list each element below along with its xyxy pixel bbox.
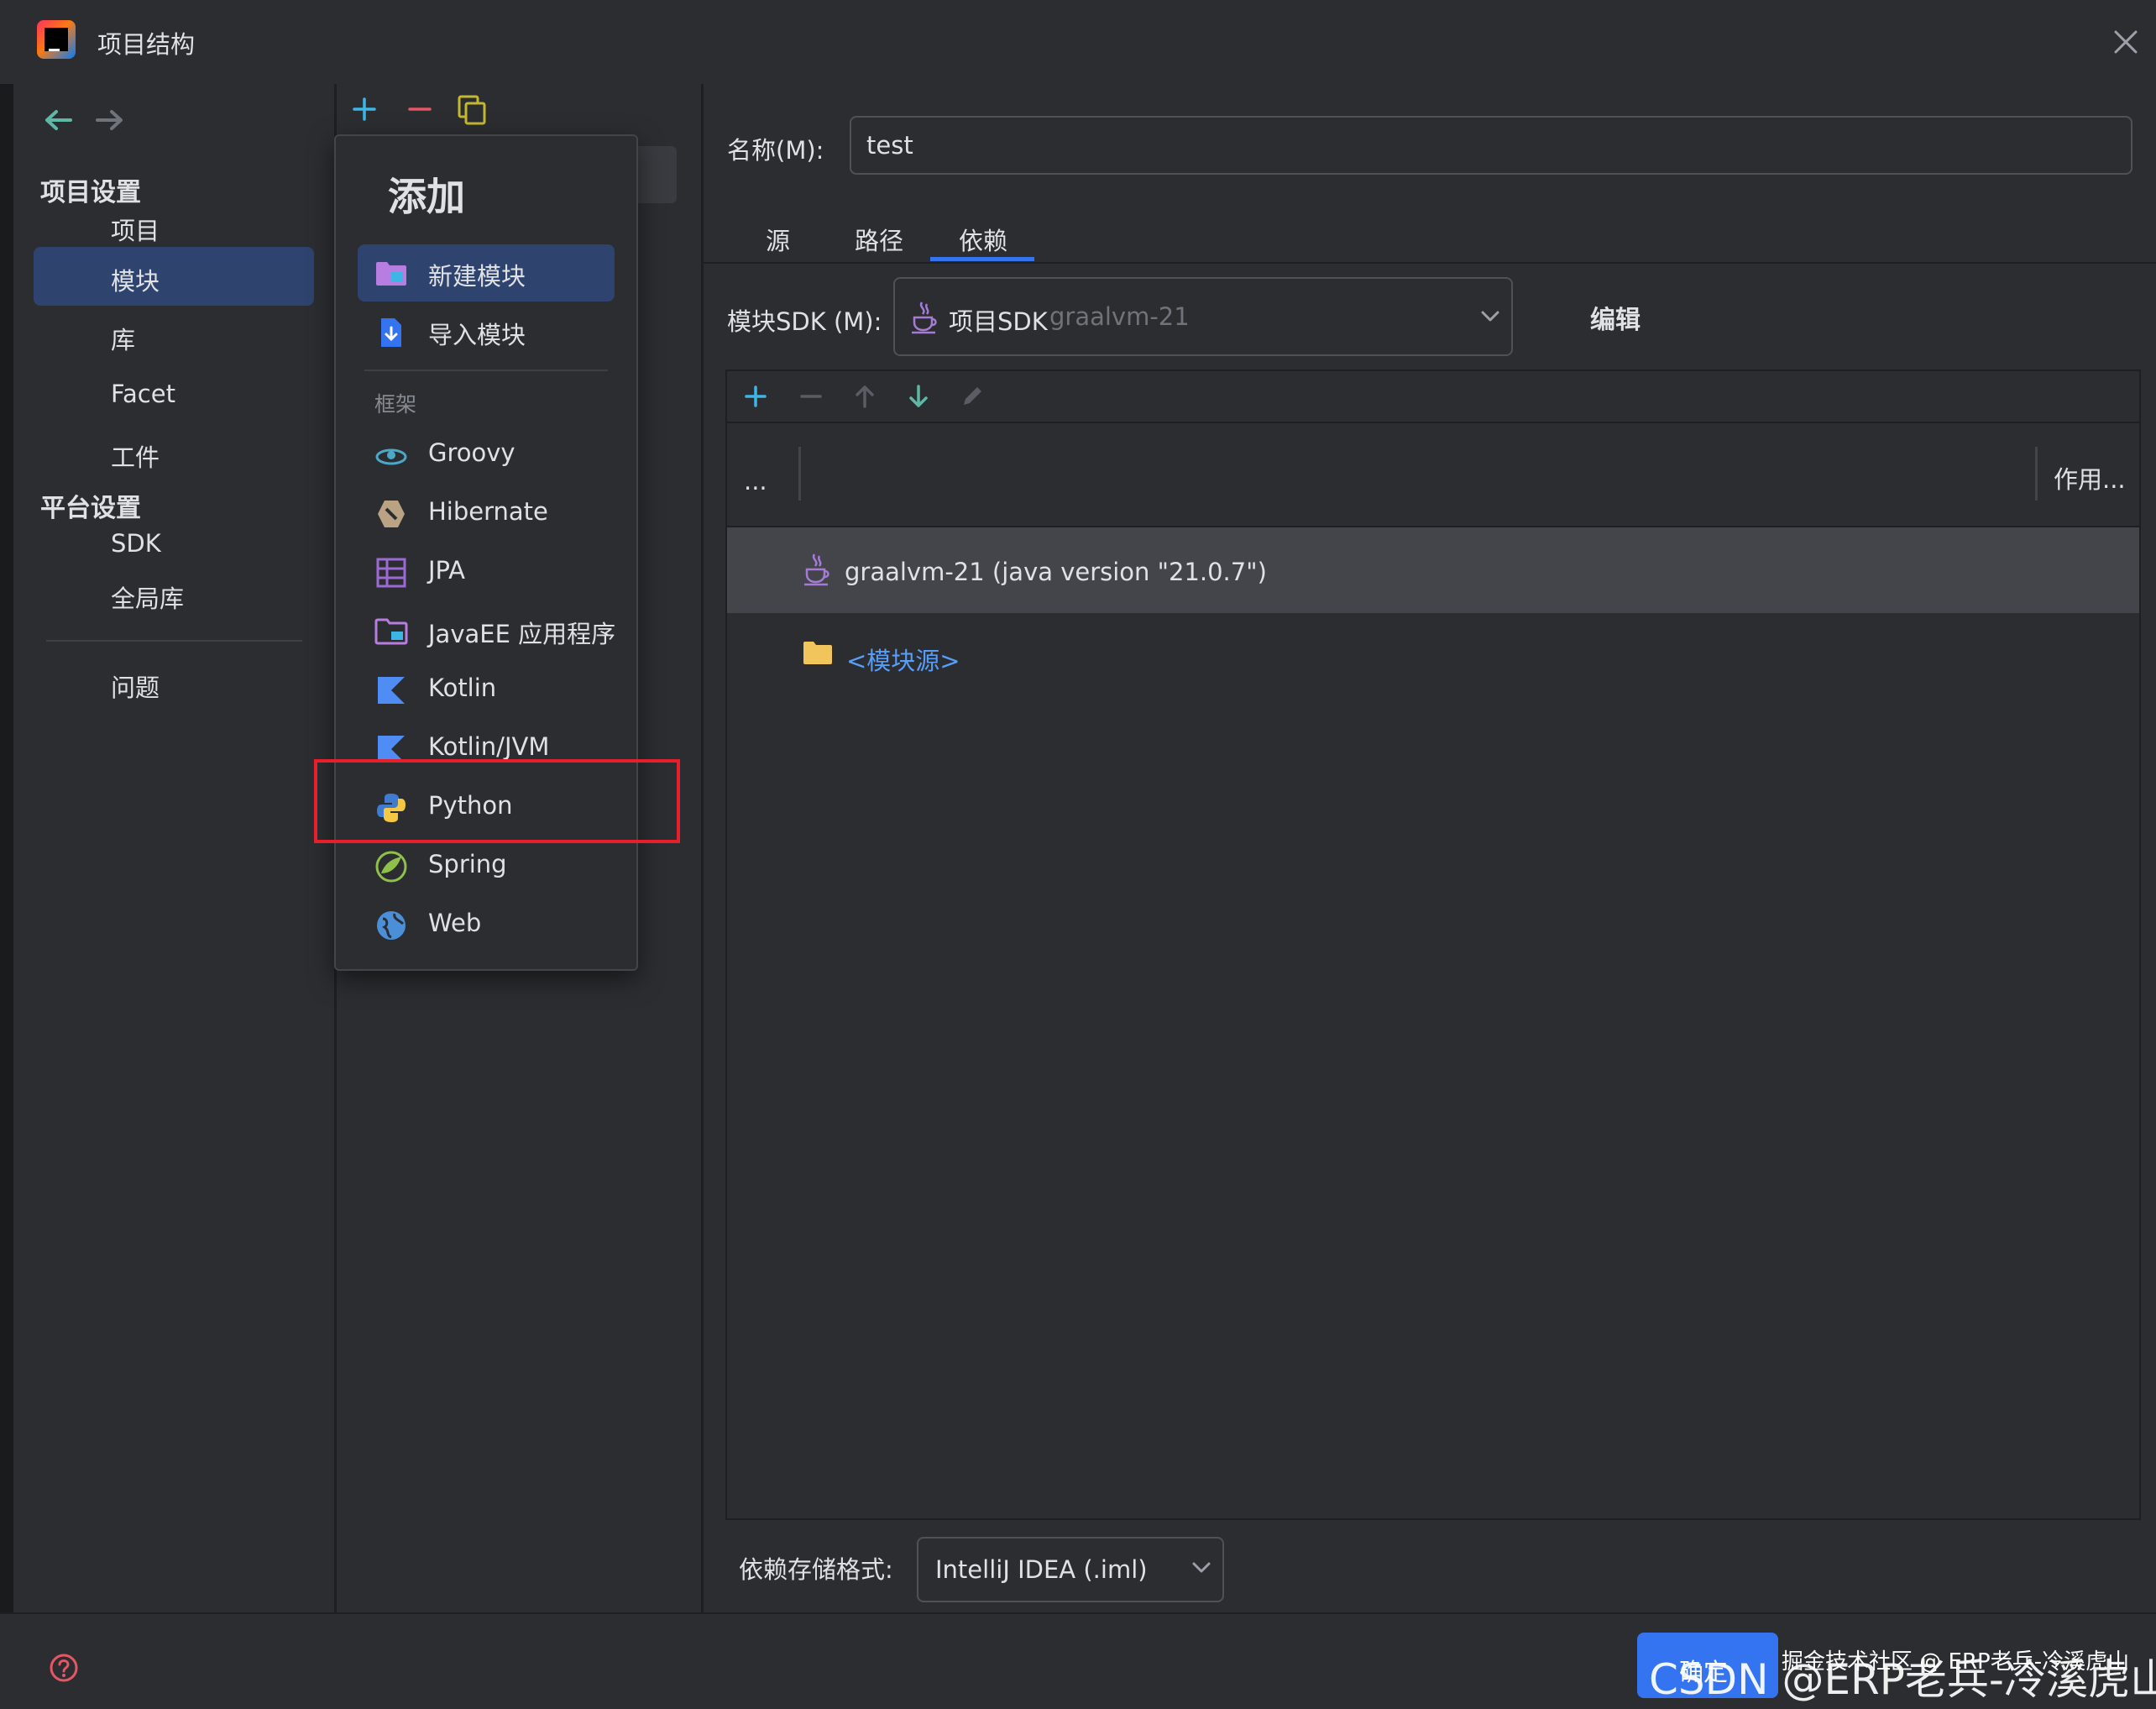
popup-item-javaee[interactable]: JavaEE 应用程序 [428,615,615,650]
popup-item-kotlin-jvm[interactable]: Kotlin/JVM [428,732,549,761]
back-arrow-icon[interactable] [42,107,72,133]
nav-item-problems[interactable]: 问题 [111,668,160,704]
module-sdk-label: 模块SDK (M): [727,307,882,336]
window-title: 项目结构 [97,30,196,59]
forward-arrow-icon[interactable] [96,107,126,133]
storage-format-value: IntelliJ IDEA (.iml) [935,1555,1148,1584]
nav-selection-highlight [34,247,314,306]
nav-item-modules[interactable]: 模块 [111,262,160,297]
dependency-module-source-entry[interactable]: <模块源> [846,642,960,677]
spring-icon [375,851,407,883]
tab-paths[interactable]: 路径 [855,222,903,257]
settings-nav-sidebar [13,84,334,1612]
window-left-edge [0,0,13,1709]
nav-item-artifacts[interactable]: 工件 [111,438,160,474]
java-cup-icon [912,301,937,334]
popup-group-frameworks: 框架 [374,392,417,417]
sdk-value-text: graalvm-21 [1049,302,1190,331]
popup-separator [364,370,608,371]
tab-separator [704,262,2156,264]
folder-icon [803,642,832,664]
nav-section-platform-settings: 平台设置 [40,494,141,523]
watermark-credit-small: 掘金技术社区 @ ERP老兵-冷溪虎山 [1782,1649,2130,1675]
edit-sdk-button[interactable]: 编辑 [1590,299,1641,336]
popup-item-jpa[interactable]: JPA [428,556,465,585]
chevron-down-icon[interactable] [1479,307,1501,324]
nav-item-facet[interactable]: Facet [111,380,175,408]
nav-separator [46,640,302,642]
kotlin-icon [378,677,405,704]
import-module-icon [381,318,401,347]
storage-format-label: 依赖存储格式: [739,1555,893,1584]
dependency-sdk-entry[interactable]: graalvm-21 (java version "21.0.7") [845,558,1267,586]
module-list-row[interactable] [633,146,677,203]
column-divider [798,447,801,501]
groovy-icon [375,448,407,465]
active-tab-indicator [930,257,1034,261]
nav-section-project-settings: 项目设置 [40,178,141,207]
jpa-icon [376,558,406,588]
popup-item-import-module[interactable]: 导入模块 [428,316,526,351]
move-up-icon[interactable] [851,383,878,410]
popup-item-kotlin[interactable]: Kotlin [428,674,496,702]
help-icon[interactable] [49,1653,79,1683]
module-name-input[interactable] [850,116,2132,175]
nav-item-sdk[interactable]: SDK [111,529,161,558]
popup-item-spring[interactable]: Spring [428,850,507,878]
remove-dependency-icon[interactable] [798,383,824,410]
dependency-column-scope[interactable]: 作用... [2054,460,2126,495]
hibernate-icon [378,501,405,527]
add-dependency-icon[interactable] [742,383,769,410]
add-icon[interactable] [351,96,378,123]
tab-sources[interactable]: 源 [766,222,790,257]
dependency-toolbar-separator [727,422,2139,423]
name-label: 名称(M): [727,136,824,165]
tab-dependencies[interactable]: 依赖 [959,222,1007,257]
javaee-icon [374,618,408,645]
copy-icon[interactable] [457,94,487,126]
popup-item-new-module[interactable]: 新建模块 [428,257,526,292]
popup-item-hibernate[interactable]: Hibernate [428,497,548,526]
footer-separator [0,1612,2156,1614]
annotation-highlight-box [314,759,680,843]
popup-item-web[interactable]: Web [428,909,481,937]
web-globe-icon [377,911,406,940]
nav-item-libraries[interactable]: 库 [111,321,135,356]
java-cup-icon [804,553,829,586]
sdk-prefix-text: 项目SDK [949,307,1048,336]
dependency-column-export[interactable]: ... [744,467,767,495]
edit-dependency-icon[interactable] [959,383,986,410]
chevron-down-icon[interactable] [1191,1559,1212,1575]
nav-item-project[interactable]: 项目 [111,212,160,247]
intellij-logo-icon [37,20,76,59]
column-divider [2035,447,2038,501]
close-icon[interactable] [2109,25,2143,59]
popup-item-groovy[interactable]: Groovy [428,438,515,467]
new-module-folder-icon [376,262,406,286]
move-down-icon[interactable] [905,383,932,410]
nav-item-global-libraries[interactable]: 全局库 [111,579,184,615]
popup-title: 添加 [388,174,465,219]
title-bar [0,0,2156,84]
remove-icon[interactable] [406,96,433,123]
module-name-value[interactable]: test [866,131,913,160]
